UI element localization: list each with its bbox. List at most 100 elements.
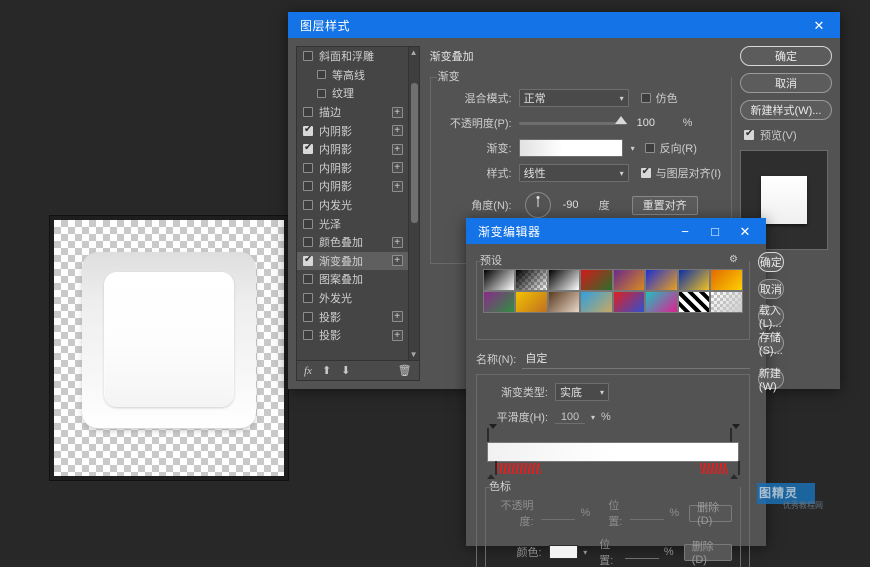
preset-swatch[interactable] bbox=[678, 291, 710, 313]
effects-scrollbar[interactable]: ▲ ▼ bbox=[408, 47, 419, 360]
new-style-button[interactable]: 新建样式(W)... bbox=[740, 100, 832, 120]
stop-color-chip[interactable] bbox=[549, 545, 579, 559]
style-select[interactable]: 线性 ▾ bbox=[519, 164, 629, 182]
effect-checkbox[interactable] bbox=[303, 163, 313, 173]
reset-align-button[interactable]: 重置对齐 bbox=[632, 196, 698, 215]
preset-swatch-grid[interactable] bbox=[483, 269, 743, 313]
dither-checkbox[interactable]: 仿色 bbox=[641, 90, 678, 106]
delete-color-stop-button[interactable]: 删除(D) bbox=[684, 544, 732, 561]
add-effect-icon[interactable]: + bbox=[392, 144, 403, 155]
gradient-bar[interactable] bbox=[487, 442, 739, 462]
gradient-preview-swatch[interactable]: ▾ bbox=[519, 139, 623, 157]
preset-swatch[interactable] bbox=[515, 291, 547, 313]
effect-row[interactable]: 等高线 bbox=[297, 66, 419, 85]
stop-opacity-input[interactable] bbox=[541, 507, 575, 520]
add-effect-icon[interactable]: + bbox=[392, 330, 403, 341]
preset-swatch[interactable] bbox=[678, 269, 710, 291]
effect-row[interactable]: 图案叠加 bbox=[297, 270, 419, 289]
add-effect-icon[interactable]: + bbox=[392, 162, 403, 173]
opacity-slider-knob[interactable] bbox=[615, 116, 627, 124]
effect-checkbox[interactable] bbox=[303, 330, 313, 340]
effect-checkbox[interactable] bbox=[303, 107, 313, 117]
align-layer-checkbox-box[interactable] bbox=[641, 168, 651, 178]
ge-load-button[interactable]: 载入(L)... bbox=[758, 306, 784, 326]
move-down-icon[interactable]: ⬇ bbox=[341, 364, 350, 377]
effect-checkbox[interactable] bbox=[317, 89, 326, 98]
effect-row[interactable]: 斜面和浮雕 bbox=[297, 47, 419, 66]
gradient-name-input[interactable]: 自定 bbox=[522, 349, 750, 369]
opacity-slider[interactable] bbox=[519, 122, 627, 125]
preset-swatch[interactable] bbox=[548, 269, 580, 291]
angle-value[interactable]: -90 bbox=[561, 199, 591, 211]
effect-checkbox[interactable] bbox=[303, 181, 313, 191]
effect-row[interactable]: 投影+ bbox=[297, 307, 419, 326]
align-layer-checkbox[interactable]: 与图层对齐(I) bbox=[641, 165, 721, 181]
chevron-down-icon[interactable]: ▾ bbox=[583, 548, 587, 557]
opacity-stop-right[interactable] bbox=[730, 429, 739, 442]
add-effect-icon[interactable]: + bbox=[392, 107, 403, 118]
stop-position-input-1[interactable] bbox=[630, 507, 664, 520]
effect-row[interactable]: 内阴影+ bbox=[297, 140, 419, 159]
effect-row[interactable]: 内发光 bbox=[297, 196, 419, 215]
ge-save-button[interactable]: 存储(S)... bbox=[758, 333, 784, 353]
effect-checkbox[interactable] bbox=[303, 219, 313, 229]
gradient-editor-titlebar[interactable]: 渐变编辑器 − □ ✕ bbox=[466, 218, 766, 244]
layer-style-titlebar[interactable]: 图层样式 ✕ bbox=[288, 12, 840, 38]
effect-row[interactable]: 颜色叠加+ bbox=[297, 233, 419, 252]
preset-swatch[interactable] bbox=[710, 291, 743, 313]
angle-dial[interactable] bbox=[525, 192, 551, 218]
cancel-button[interactable]: 取消 bbox=[740, 73, 832, 93]
preset-swatch[interactable] bbox=[580, 291, 613, 313]
scroll-up-icon[interactable]: ▲ bbox=[409, 47, 419, 58]
opacity-value[interactable]: 100 bbox=[635, 117, 671, 129]
preset-swatch[interactable] bbox=[515, 269, 547, 291]
preset-swatch[interactable] bbox=[548, 291, 580, 313]
ge-new-button[interactable]: 新建(W) bbox=[758, 369, 784, 389]
effect-checkbox[interactable] bbox=[303, 200, 313, 210]
effect-checkbox[interactable] bbox=[303, 256, 313, 266]
blend-mode-select[interactable]: 正常 ▾ bbox=[519, 89, 629, 107]
effect-checkbox[interactable] bbox=[317, 70, 326, 79]
reverse-checkbox[interactable]: 反向(R) bbox=[645, 140, 697, 156]
delete-opacity-stop-button[interactable]: 删除(D) bbox=[689, 505, 732, 522]
effect-checkbox[interactable] bbox=[303, 293, 313, 303]
effect-row[interactable]: 光泽 bbox=[297, 214, 419, 233]
effect-checkbox[interactable] bbox=[303, 237, 313, 247]
color-stop-right[interactable] bbox=[730, 462, 739, 475]
preview-checkbox-box[interactable] bbox=[744, 130, 754, 140]
effect-row[interactable]: 纹理 bbox=[297, 84, 419, 103]
add-effect-icon[interactable]: + bbox=[392, 125, 403, 136]
effect-row[interactable]: 内阴影+ bbox=[297, 159, 419, 178]
effect-row[interactable]: 渐变叠加+ bbox=[297, 252, 419, 271]
preset-swatch[interactable] bbox=[483, 291, 515, 313]
chevron-down-icon[interactable]: ▾ bbox=[631, 144, 635, 153]
effect-row[interactable]: 描边+ bbox=[297, 103, 419, 122]
close-icon[interactable]: ✕ bbox=[730, 219, 760, 243]
gradient-type-select[interactable]: 实底 ▾ bbox=[555, 383, 609, 401]
fx-icon[interactable]: fx bbox=[304, 365, 312, 377]
reverse-checkbox-box[interactable] bbox=[645, 143, 655, 153]
scroll-down-icon[interactable]: ▼ bbox=[409, 349, 419, 360]
preset-swatch[interactable] bbox=[645, 291, 677, 313]
effect-row[interactable]: 外发光 bbox=[297, 289, 419, 308]
close-icon[interactable]: ✕ bbox=[804, 13, 834, 37]
preset-swatch[interactable] bbox=[580, 269, 613, 291]
effect-checkbox[interactable] bbox=[303, 144, 313, 154]
effect-row[interactable]: 投影+ bbox=[297, 326, 419, 345]
minimize-icon[interactable]: − bbox=[670, 219, 700, 243]
preset-swatch[interactable] bbox=[710, 269, 743, 291]
effect-checkbox[interactable] bbox=[303, 274, 313, 284]
chevron-down-icon[interactable]: ▾ bbox=[591, 413, 595, 422]
add-effect-icon[interactable]: + bbox=[392, 311, 403, 322]
preset-swatch[interactable] bbox=[613, 291, 645, 313]
effect-row[interactable]: 内阴影+ bbox=[297, 177, 419, 196]
preset-swatch[interactable] bbox=[645, 269, 677, 291]
add-effect-icon[interactable]: + bbox=[392, 237, 403, 248]
document-canvas[interactable] bbox=[50, 216, 288, 480]
maximize-icon[interactable]: □ bbox=[700, 219, 730, 243]
preset-swatch[interactable] bbox=[613, 269, 645, 291]
effect-row[interactable]: 内阴影+ bbox=[297, 121, 419, 140]
effect-checkbox[interactable] bbox=[303, 51, 313, 61]
add-effect-icon[interactable]: + bbox=[392, 181, 403, 192]
effect-checkbox[interactable] bbox=[303, 126, 313, 136]
